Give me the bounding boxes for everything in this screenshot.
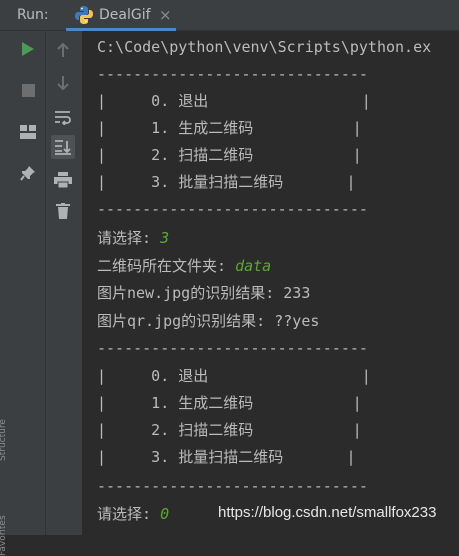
tab-title: DealGif — [99, 7, 151, 23]
watermark: https://blog.csdn.net/smallfox233 — [218, 504, 437, 521]
console-line-prompt: 二维码所在文件夹: data — [97, 253, 271, 280]
run-toolbar-left: Structure Favorites — [0, 31, 45, 556]
tab-dealgif[interactable]: DealGif × — [66, 0, 176, 31]
scroll-end-icon — [55, 140, 71, 155]
favorites-side-tab[interactable]: Favorites — [0, 515, 8, 556]
pin-button[interactable] — [16, 161, 40, 185]
clear-all-button[interactable] — [51, 199, 75, 223]
close-icon[interactable]: × — [159, 6, 172, 24]
play-icon — [22, 42, 34, 56]
soft-wrap-button[interactable] — [51, 105, 75, 129]
console-line: ------------------------------ — [97, 65, 368, 83]
print-button[interactable] — [51, 168, 75, 192]
console-line: | 1. 生成二维码 | — [97, 119, 362, 137]
console-line-prompt: 请选择: 0 — [97, 501, 169, 528]
down-stacktrace-button[interactable] — [51, 71, 75, 95]
prompt-text: 请选择: — [97, 505, 161, 523]
restore-layout-button[interactable] — [16, 120, 40, 144]
rerun-button[interactable] — [16, 37, 40, 61]
layout-icon — [20, 125, 36, 139]
console-line: ------------------------------ — [97, 339, 368, 357]
console-line: 图片qr.jpg的识别结果: ??yes — [97, 312, 320, 330]
run-toolbar-right — [45, 31, 82, 535]
console-line: C:\Code\python\venv\Scripts\python.ex — [97, 38, 432, 56]
console-line: | 3. 批量扫描二维码 | — [97, 448, 356, 466]
prompt-text: 请选择: — [97, 229, 161, 247]
console-line: | 3. 批量扫描二维码 | — [97, 173, 356, 191]
arrow-up-icon — [57, 42, 69, 57]
user-input: data — [235, 257, 272, 275]
tab-active-indicator — [66, 28, 176, 31]
console-line: ------------------------------ — [97, 200, 368, 218]
arrow-down-icon — [57, 76, 69, 91]
scroll-to-end-button[interactable] — [51, 135, 75, 159]
console-line: | 0. 退出 | — [97, 367, 371, 385]
up-stacktrace-button[interactable] — [51, 38, 75, 62]
run-label: Run: — [17, 7, 49, 23]
console-line: | 2. 扫描二维码 | — [97, 146, 362, 164]
structure-side-tab[interactable]: Structure — [0, 419, 8, 461]
wrap-icon — [55, 111, 71, 125]
prompt-text: 二维码所在文件夹: — [97, 257, 236, 275]
console-line: | 1. 生成二维码 | — [97, 394, 362, 412]
user-input: 0 — [160, 505, 170, 523]
stop-icon — [21, 83, 35, 97]
trash-icon — [56, 203, 70, 219]
user-input: 3 — [160, 229, 170, 247]
run-toolwindow-header: Run: DealGif × — [0, 0, 459, 31]
console-line: ------------------------------ — [97, 477, 368, 495]
pin-icon — [20, 166, 35, 181]
python-icon — [75, 6, 93, 24]
console-line: | 2. 扫描二维码 | — [97, 421, 362, 439]
console-line: | 0. 退出 | — [97, 92, 371, 110]
print-icon — [54, 172, 72, 188]
console-line-prompt: 请选择: 3 — [97, 225, 169, 252]
console-line: 图片new.jpg的识别结果: 233 — [97, 284, 311, 302]
stop-button[interactable] — [16, 78, 40, 102]
